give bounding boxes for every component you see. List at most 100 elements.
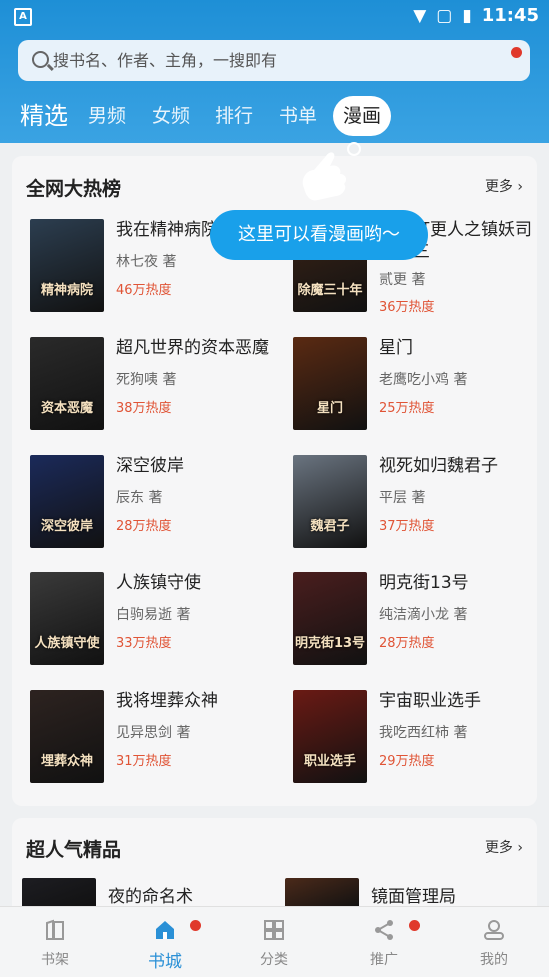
popular-title: 超人气精品 <box>26 839 122 861</box>
book-cover: 魏君子 <box>293 455 367 548</box>
cover-text: 明克街13号 <box>294 636 366 651</box>
book-cover: 职业选手 <box>293 690 367 783</box>
tab-booklist[interactable]: 书单 <box>279 96 317 136</box>
book-heat: 31万热度 <box>116 754 172 769</box>
status-bar: A ▼ ▢ ▮ 11:45 <box>0 0 549 32</box>
book-heat: 46万热度 <box>116 283 172 298</box>
cover-text: 资本恶魔 <box>40 401 93 416</box>
bottom-nav: 书架 书城 分类 推广 我的 <box>0 906 549 977</box>
notification-dot <box>409 920 420 931</box>
book-cover: 精神病院 <box>30 219 104 312</box>
book-heat: 36万热度 <box>379 300 435 315</box>
tab-male[interactable]: 男频 <box>88 96 126 136</box>
nav-label: 推广 <box>370 952 398 968</box>
hot-book-item[interactable]: 职业选手 宇宙职业选手我吃西红柿 著 29万热度 <box>293 690 543 785</box>
book-heat: 25万热度 <box>379 401 435 416</box>
book-cover: 明克街13号 <box>293 572 367 665</box>
book-author: 见异思剑 著 <box>116 725 191 741</box>
comics-tooltip[interactable]: 这里可以看漫画哟～ <box>210 210 428 260</box>
tab-female[interactable]: 女频 <box>152 96 190 136</box>
hot-book-item[interactable]: 埋葬众神 我将埋葬众神见异思剑 著 31万热度 <box>30 690 280 785</box>
battery-icon: ▮ <box>462 5 472 26</box>
search-bar[interactable]: 搜书名、作者、主角，一搜即有 <box>18 40 530 81</box>
book-author: 辰东 著 <box>116 490 163 506</box>
hot-book-item[interactable]: 明克街13号 明克街13号 纯洁滴小龙 著 28万热度 <box>293 572 543 667</box>
nav-category[interactable]: 分类 <box>219 907 329 977</box>
tab-ranking[interactable]: 排行 <box>215 96 253 136</box>
book-title: 超凡世界的资本恶魔 <box>116 338 269 358</box>
cover-text: 人族镇守使 <box>34 636 100 651</box>
cover-text: 职业选手 <box>303 754 356 769</box>
book-cover: 深空彼岸 <box>30 455 104 548</box>
nav-bookstore[interactable]: 书城 <box>110 907 220 977</box>
book-author: 林七夜 著 <box>116 254 177 270</box>
notification-dot <box>190 920 201 931</box>
book-title: 星门 <box>379 338 413 358</box>
hot-book-item[interactable]: 深空彼岸 深空彼岸 辰东 著 28万热度 <box>30 455 280 550</box>
book-title: 镜面管理局 <box>371 887 456 907</box>
book-cover: 星门 <box>293 337 367 430</box>
hot-more-link[interactable]: 更多 › <box>485 176 523 196</box>
nav-label: 书城 <box>148 952 182 972</box>
cover-text: 星门 <box>316 401 343 416</box>
book-author: 白驹易逝 著 <box>116 607 191 623</box>
book-heat: 38万热度 <box>116 401 172 416</box>
book-title: 明克街13号 <box>379 573 469 593</box>
top-header: A ▼ ▢ ▮ 11:45 搜书名、作者、主角，一搜即有 精选 男频 女频 排行… <box>0 0 549 143</box>
bookshelf-icon <box>46 919 64 940</box>
book-heat: 33万热度 <box>116 636 172 651</box>
book-author: 纯洁滴小龙 著 <box>379 607 468 623</box>
pointing-hand-icon <box>302 142 361 201</box>
book-author: 老鹰吃小鸡 著 <box>379 372 468 388</box>
category-icon <box>264 920 284 940</box>
book-heat: 37万热度 <box>379 519 435 534</box>
popular-book[interactable]: 镜面管理局 <box>285 878 535 908</box>
nav-promote[interactable]: 推广 <box>329 907 439 977</box>
tab-comics[interactable]: 漫画 <box>333 96 392 136</box>
book-title: 人族镇守使 <box>116 573 201 593</box>
cover-text: 埋葬众神 <box>40 754 93 769</box>
book-author: 贰更 著 <box>379 272 426 288</box>
nav-label: 分类 <box>260 952 288 968</box>
book-title: 深空彼岸 <box>116 456 184 476</box>
hot-book-item[interactable]: 星门 星门 老鹰吃小鸡 著 25万热度 <box>293 337 543 432</box>
notification-dot <box>511 47 522 58</box>
cover-text: 精神病院 <box>40 283 93 298</box>
book-heat: 28万热度 <box>116 519 172 534</box>
book-title: 宇宙职业选手 <box>379 691 481 711</box>
book-heat: 29万热度 <box>379 754 435 769</box>
tab-featured[interactable]: 精选 <box>20 96 68 136</box>
share-icon <box>375 920 393 940</box>
popular-book[interactable]: 夜的命名术 <box>22 878 272 908</box>
bookstore-icon <box>156 921 174 939</box>
book-heat: 28万热度 <box>379 636 435 651</box>
book-title: 我将埋葬众神 <box>116 691 218 711</box>
book-cover: 人族镇守使 <box>30 572 104 665</box>
cover-text: 深空彼岸 <box>40 519 93 534</box>
more-label: 更多 <box>484 840 513 856</box>
book-cover: 资本恶魔 <box>30 337 104 430</box>
book-author: 我吃西红柿 著 <box>379 725 468 741</box>
book-author: 死狗咦 著 <box>116 372 177 388</box>
wifi-icon: ▼ <box>413 5 427 26</box>
book-cover <box>22 878 96 908</box>
profile-icon <box>484 920 504 940</box>
more-label: 更多 <box>484 179 513 195</box>
popular-more-link[interactable]: 更多 › <box>485 837 523 857</box>
no-sim-icon: ▢ <box>436 5 453 26</box>
nav-label: 我的 <box>480 952 508 968</box>
book-title: 视死如归魏君子 <box>379 456 498 476</box>
app-notification-icon: A <box>14 8 32 26</box>
clock: 11:45 <box>481 5 539 26</box>
hot-book-item[interactable]: 资本恶魔 超凡世界的资本恶魔死狗咦 著 38万热度 <box>30 337 280 432</box>
category-tabs: 精选 男频 女频 排行 书单 漫画 <box>0 96 549 136</box>
nav-bookshelf[interactable]: 书架 <box>0 907 110 977</box>
nav-profile[interactable]: 我的 <box>439 907 549 977</box>
cover-text: 魏君子 <box>310 519 350 534</box>
book-author: 平层 著 <box>379 490 426 506</box>
search-placeholder: 搜书名、作者、主角，一搜即有 <box>53 51 278 70</box>
cover-text: 除魔三十年 <box>297 283 363 298</box>
hot-book-item[interactable]: 魏君子 视死如归魏君子平层 著 37万热度 <box>293 455 543 550</box>
book-cover: 埋葬众神 <box>30 690 104 783</box>
hot-book-item[interactable]: 人族镇守使 人族镇守使 白驹易逝 著 33万热度 <box>30 572 280 667</box>
